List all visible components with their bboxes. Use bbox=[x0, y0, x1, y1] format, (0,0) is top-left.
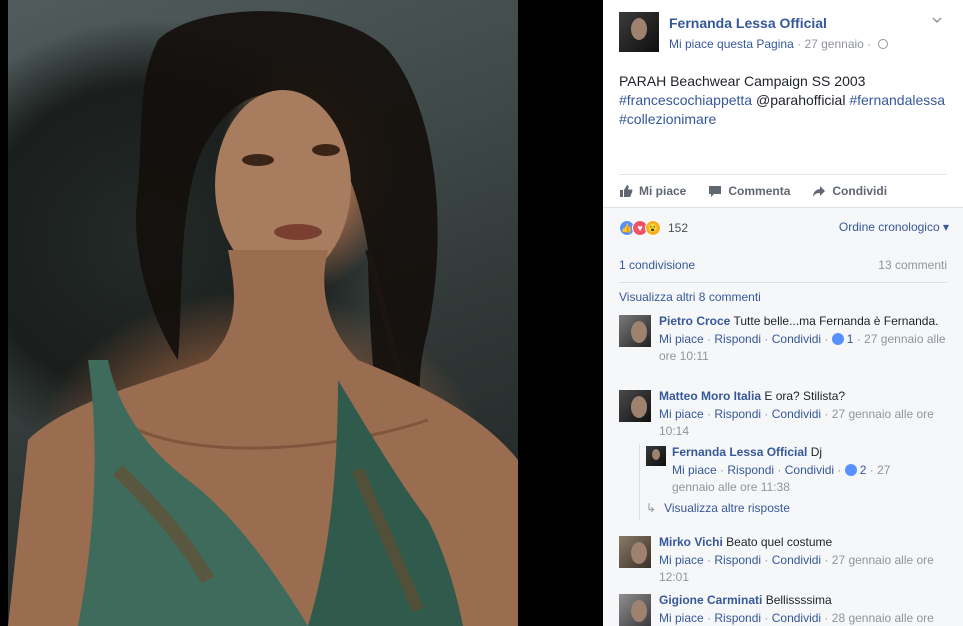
share-icon bbox=[813, 185, 826, 197]
comment-author[interactable]: Gigione Carminati bbox=[659, 593, 762, 607]
like-reaction-icon bbox=[844, 464, 857, 476]
view-more-comments[interactable]: Visualizza altri 8 commenti bbox=[619, 290, 761, 304]
comment-share-link[interactable]: Condividi bbox=[772, 332, 821, 346]
reply-text: Dj bbox=[810, 445, 823, 459]
reply-reply-link[interactable]: Rispondi bbox=[727, 463, 774, 477]
shares-link[interactable]: 1 condivisione bbox=[619, 258, 695, 272]
comment-like-link[interactable]: Mi piace bbox=[659, 407, 704, 421]
reply-author[interactable]: Fernanda Lessa Official bbox=[672, 445, 807, 459]
comment-like-link[interactable]: Mi piace bbox=[659, 332, 704, 346]
like-button[interactable]: Mi piace bbox=[619, 184, 686, 198]
feedback-area: 👍 ♥ 😮 152 Ordine cronologico ▾ 1 condivi… bbox=[603, 207, 963, 626]
avatar[interactable] bbox=[646, 446, 666, 466]
post-side-panel: Fernanda Lessa Official Mi piace questa … bbox=[603, 0, 963, 626]
like-reaction-icon bbox=[831, 333, 844, 345]
reply-like-link[interactable]: Mi piace bbox=[672, 463, 717, 477]
comments-count[interactable]: 13 commenti bbox=[878, 258, 947, 272]
comment-text: Beato quel costume bbox=[726, 535, 833, 549]
comment-share-link[interactable]: Condividi bbox=[772, 407, 821, 421]
chevron-down-icon[interactable] bbox=[931, 14, 943, 26]
hashtag-link[interactable]: #francescochiappetta bbox=[619, 92, 752, 108]
comment-author[interactable]: Matteo Moro Italia bbox=[659, 389, 761, 403]
view-more-replies[interactable]: ↳ Visualizza altre risposte bbox=[646, 501, 790, 515]
avatar[interactable] bbox=[619, 390, 651, 422]
post-header: Fernanda Lessa Official Mi piace questa … bbox=[603, 0, 963, 56]
reactions-count[interactable]: 152 bbox=[668, 221, 688, 235]
mention-link[interactable]: @parahofficial bbox=[756, 92, 845, 108]
share-button[interactable]: Condividi bbox=[812, 184, 887, 198]
post-date[interactable]: 27 gennaio bbox=[804, 37, 863, 51]
comment-share-link[interactable]: Condividi bbox=[772, 553, 821, 567]
shares-comments-row: 1 condivisione 13 commenti bbox=[619, 255, 947, 283]
comment-reply-link[interactable]: Rispondi bbox=[714, 332, 761, 346]
reactions-summary[interactable]: 👍 ♥ 😮 152 Ordine cronologico ▾ bbox=[619, 218, 949, 238]
globe-icon bbox=[877, 39, 888, 49]
like-page-link[interactable]: Mi piace questa Pagina bbox=[669, 37, 794, 51]
photo-viewer[interactable] bbox=[0, 0, 603, 626]
comment-author[interactable]: Mirko Vichi bbox=[659, 535, 723, 549]
post-actions: Mi piace Commenta Condividi bbox=[619, 174, 947, 207]
comment-button[interactable]: Commenta bbox=[708, 184, 790, 198]
comment-order-dropdown[interactable]: Ordine cronologico ▾ bbox=[839, 220, 949, 234]
avatar[interactable] bbox=[619, 594, 651, 626]
comment-reply-link[interactable]: Rispondi bbox=[714, 407, 761, 421]
avatar[interactable] bbox=[619, 315, 651, 347]
post-photo bbox=[8, 0, 518, 626]
comment-reply-link[interactable]: Rispondi bbox=[714, 611, 761, 625]
comment-text: Bellissssima bbox=[765, 593, 832, 607]
post-text: PARAH Beachwear Campaign SS 2003 #france… bbox=[619, 73, 946, 127]
thumbs-up-icon bbox=[620, 185, 633, 197]
comment-reply-link[interactable]: Rispondi bbox=[714, 553, 761, 567]
comment-like-link[interactable]: Mi piace bbox=[659, 553, 704, 567]
comment-text: Tutte belle...ma Fernanda è Fernanda. bbox=[733, 314, 939, 328]
avatar[interactable] bbox=[619, 536, 651, 568]
wow-reaction-icon: 😮 bbox=[645, 220, 661, 236]
comment-like-link[interactable]: Mi piace bbox=[659, 611, 704, 625]
hashtag-link[interactable]: #collezionimare bbox=[619, 111, 716, 127]
comment-timestamp[interactable]: 28 gennaio alle ore bbox=[832, 611, 934, 625]
post-meta: Mi piace questa Pagina · 27 gennaio · bbox=[669, 37, 888, 51]
comment-author[interactable]: Pietro Croce bbox=[659, 314, 730, 328]
reply-thread: Fernanda Lessa Official Dj Mi piace · Ri… bbox=[639, 444, 939, 520]
hashtag-link[interactable]: #fernandalessa bbox=[849, 92, 945, 108]
comment-icon bbox=[709, 185, 722, 197]
page-avatar[interactable] bbox=[619, 12, 659, 52]
reply-share-link[interactable]: Condividi bbox=[785, 463, 834, 477]
reply-arrow-icon: ↳ bbox=[646, 501, 657, 515]
post-author[interactable]: Fernanda Lessa Official bbox=[669, 15, 827, 31]
comment-share-link[interactable]: Condividi bbox=[772, 611, 821, 625]
comment-text: E ora? Stilista? bbox=[764, 389, 846, 403]
